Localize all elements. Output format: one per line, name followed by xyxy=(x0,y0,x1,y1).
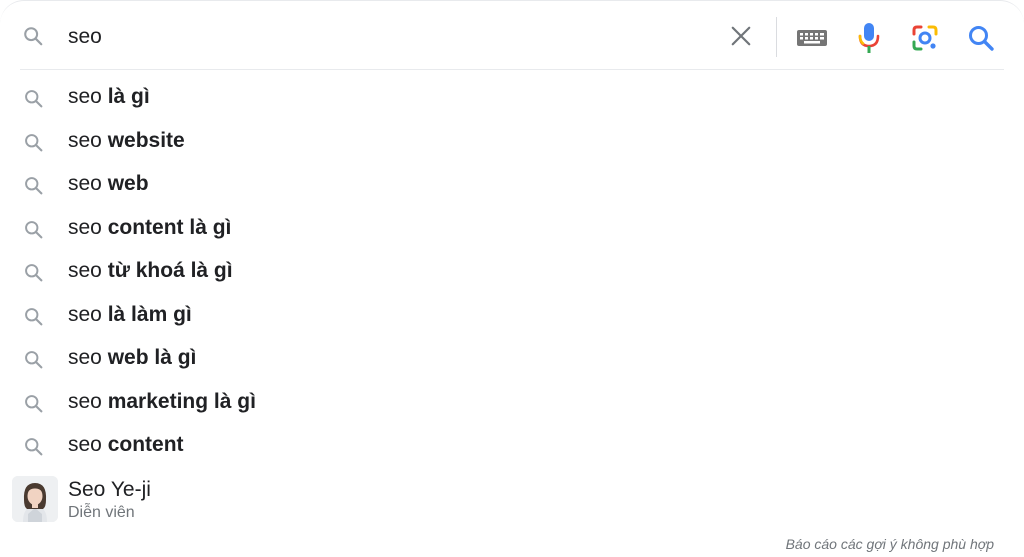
suggestion-completion: website xyxy=(107,128,185,152)
clear-search-button[interactable] xyxy=(727,24,755,52)
suggestion-item[interactable]: seo là làm gì xyxy=(0,295,1024,339)
suggestion-item[interactable]: seo content xyxy=(0,425,1024,469)
virtual-keyboard-button[interactable] xyxy=(795,26,829,50)
suggestion-prefix: seo xyxy=(68,128,102,152)
search-bar xyxy=(0,1,1024,69)
suggestion-prefix: seo xyxy=(68,302,102,326)
entity-suggestion[interactable]: Seo Ye-ji Diễn viên xyxy=(0,469,1024,527)
suggestion-item[interactable]: seo web xyxy=(0,164,1024,208)
entity-thumbnail xyxy=(12,476,58,522)
google-lens-icon xyxy=(910,25,940,57)
suggestion-prefix: seo xyxy=(68,433,102,456)
suggestion-text: seo content xyxy=(68,433,184,457)
search-icon xyxy=(966,26,996,57)
search-button[interactable] xyxy=(966,23,996,53)
suggestion-item[interactable]: seo từ khoá là gì xyxy=(0,251,1024,295)
suggestion-text: seo marketing là gì xyxy=(68,390,256,414)
suggestion-item[interactable]: seo website xyxy=(0,121,1024,165)
search-icon xyxy=(23,306,44,327)
suggestion-completion: content xyxy=(107,433,184,456)
suggestion-item[interactable]: seo là gì xyxy=(0,77,1024,121)
entity-subtitle: Diễn viên xyxy=(68,504,135,521)
suggestion-text: seo là gì xyxy=(68,85,150,109)
report-suggestions-link[interactable]: Báo cáo các gợi ý không phù hợp xyxy=(786,536,994,552)
suggestion-list: seo là gì seo website seo web seo conten… xyxy=(0,77,1024,469)
suggestion-item[interactable]: seo content là gì xyxy=(0,208,1024,252)
search-icon xyxy=(23,175,44,196)
search-icon xyxy=(23,349,44,370)
close-icon xyxy=(730,25,752,52)
entity-title: Seo Ye-ji xyxy=(68,478,151,501)
microphone-icon xyxy=(856,23,882,59)
suggestion-completion: web là gì xyxy=(107,346,197,369)
search-input[interactable] xyxy=(68,19,708,55)
suggestion-completion: web xyxy=(107,172,149,195)
search-divider xyxy=(20,69,1004,70)
suggestion-text: seo từ khoá là gì xyxy=(68,259,233,283)
search-icon xyxy=(23,219,44,240)
suggestion-prefix: seo xyxy=(68,172,102,195)
toolbar-divider xyxy=(776,17,777,57)
suggestion-completion: là gì xyxy=(107,85,150,108)
suggestion-item[interactable]: seo web là gì xyxy=(0,338,1024,382)
search-icon xyxy=(23,393,44,414)
suggestion-completion: marketing là gì xyxy=(107,389,256,413)
suggestion-prefix: seo xyxy=(68,346,102,369)
search-icon xyxy=(23,88,44,109)
suggestion-completion: là làm gì xyxy=(107,302,192,326)
suggestion-completion: từ khoá là gì xyxy=(107,259,233,282)
search-icon xyxy=(23,436,44,457)
suggestion-item[interactable]: seo marketing là gì xyxy=(0,382,1024,426)
suggestion-text: seo content là gì xyxy=(68,216,231,240)
suggestion-text: seo web là gì xyxy=(68,346,196,370)
voice-search-button[interactable] xyxy=(856,21,882,55)
search-autocomplete-panel: seo là gì seo website seo web seo conten… xyxy=(0,0,1024,557)
suggestion-prefix: seo xyxy=(68,259,102,282)
suggestion-prefix: seo xyxy=(68,215,102,239)
image-search-button[interactable] xyxy=(910,23,940,53)
suggestion-text: seo website xyxy=(68,129,185,153)
search-icon xyxy=(23,132,44,153)
search-icon xyxy=(22,25,44,47)
keyboard-icon xyxy=(795,30,829,54)
suggestion-prefix: seo xyxy=(68,389,102,413)
suggestion-completion: content là gì xyxy=(107,215,232,239)
suggestion-text: seo web xyxy=(68,172,149,196)
search-icon xyxy=(23,262,44,283)
suggestion-text: seo là làm gì xyxy=(68,303,192,327)
suggestion-prefix: seo xyxy=(68,85,102,108)
